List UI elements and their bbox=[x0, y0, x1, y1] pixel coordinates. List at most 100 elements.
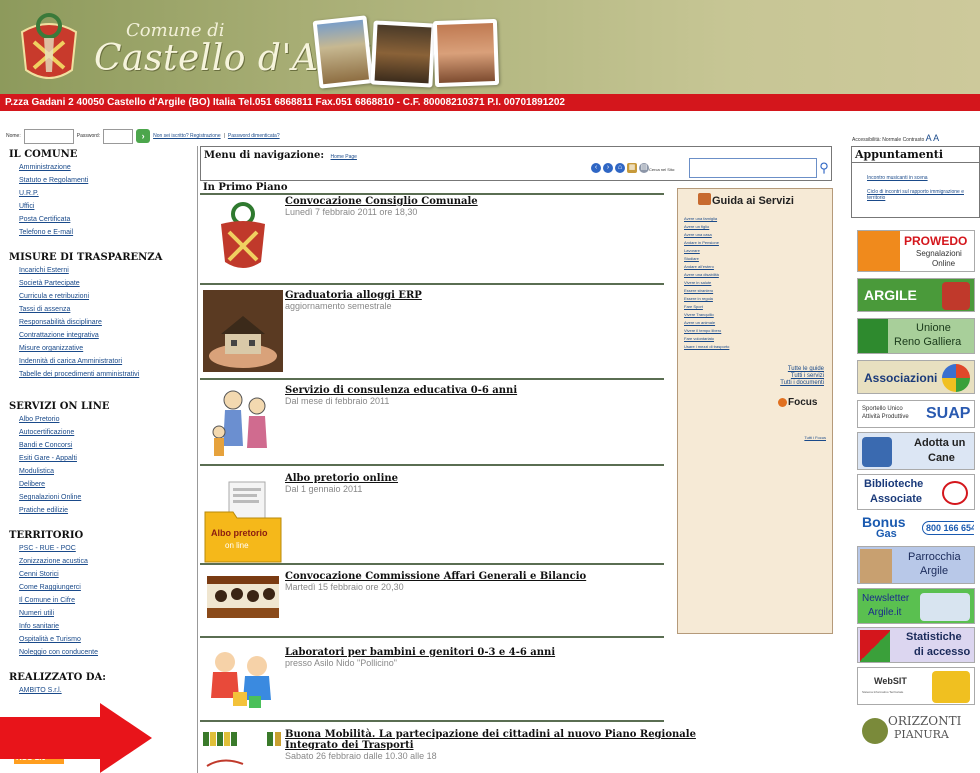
guida-item[interactable]: Essere straniero bbox=[684, 288, 713, 293]
sidebar-item-noleggio[interactable]: Noleggio con conducente bbox=[0, 648, 197, 661]
sidebar-item-uffici[interactable]: Uffici bbox=[0, 202, 197, 215]
guida-item[interactable]: Avere un animale bbox=[684, 320, 715, 325]
sidebar-item-psc[interactable]: PSC - RUE - POC bbox=[0, 544, 197, 557]
appuntamento-item[interactable]: Incontro musicanti in scena bbox=[852, 175, 979, 181]
sidebar-item-autocertificazione[interactable]: Autocertificazione bbox=[0, 428, 197, 441]
guida-item[interactable]: Andare all'estero bbox=[684, 264, 714, 269]
sidebar-item-incarichi[interactable]: Incarichi Esterni bbox=[0, 266, 197, 279]
guida-item[interactable]: Fare volontariato bbox=[684, 336, 714, 341]
sidebar-item-indennita[interactable]: Indennità di carica Amministratori bbox=[0, 357, 197, 370]
news-image-meeting[interactable] bbox=[203, 570, 283, 626]
tutte-le-guide-link[interactable]: Tutte le guide bbox=[788, 366, 824, 372]
guida-item[interactable]: Avere un figlio bbox=[684, 224, 709, 229]
sidebar-item-pratiche-edilizie[interactable]: Pratiche edilizie bbox=[0, 506, 197, 519]
guida-item[interactable]: Avere una disabilità bbox=[684, 272, 719, 277]
news-image-mobility[interactable] bbox=[203, 730, 283, 773]
sidebar-item-telefono[interactable]: Telefono e E-mail bbox=[0, 228, 197, 241]
news-image-crest[interactable] bbox=[203, 200, 283, 276]
username-input[interactable] bbox=[23, 128, 74, 144]
print-icon[interactable]: ▤ bbox=[639, 163, 649, 173]
suap-banner[interactable]: Sportello Unico Attività Produttive SUAP bbox=[857, 400, 975, 428]
parrocchia-banner[interactable]: Parrocchia Argile bbox=[857, 546, 975, 584]
search-icon[interactable]: ⚲ bbox=[818, 159, 830, 177]
news-title[interactable]: Servizio di consulenza educativa 0-6 ann… bbox=[285, 385, 517, 396]
sidebar-item-ospitalita[interactable]: Ospitalità e Turismo bbox=[0, 635, 197, 648]
provedo-banner[interactable]: PROWEDO Segnalazioni Online bbox=[857, 230, 975, 272]
login-go-button[interactable]: › bbox=[136, 129, 151, 143]
sidebar-item-societa[interactable]: Società Partecipate bbox=[0, 279, 197, 292]
sidebar-item-esiti-gare[interactable]: Esiti Gare - Appalti bbox=[0, 454, 197, 467]
news-image-family-drawing[interactable] bbox=[203, 386, 283, 464]
websit-banner[interactable]: WebSIT Sistema Informativo Territoriale bbox=[857, 667, 975, 705]
news-title[interactable]: Albo pretorio online bbox=[285, 473, 398, 484]
guida-item[interactable]: Studiare bbox=[684, 256, 699, 261]
guida-item[interactable]: Usare i mezzi di trasporto bbox=[684, 344, 729, 349]
home-page-link[interactable]: Home Page bbox=[331, 154, 357, 160]
news-image-albo-pretorio[interactable]: Albo pretorio on line bbox=[203, 480, 283, 564]
appuntamento-item[interactable]: Ciclo di incontri sul rapporto immigrazi… bbox=[852, 189, 979, 201]
argile-banner[interactable]: ARGILE bbox=[857, 278, 975, 312]
sidebar-item-raggiungerci[interactable]: Come Raggiungerci bbox=[0, 583, 197, 596]
news-image-kids[interactable] bbox=[203, 648, 283, 710]
news-title-line-2[interactable]: Integrato dei Trasporti bbox=[285, 740, 414, 751]
news-title[interactable]: Convocazione Consiglio Comunale bbox=[285, 196, 478, 207]
forward-icon[interactable]: › bbox=[603, 163, 613, 173]
home-icon[interactable]: ⌂ bbox=[615, 163, 625, 173]
tutti-i-documenti-link[interactable]: Tutti i documenti bbox=[780, 380, 824, 386]
news-image-house[interactable] bbox=[203, 290, 283, 372]
sidebar-item-info-sanitarie[interactable]: Info sanitarie bbox=[0, 622, 197, 635]
guida-item[interactable]: Lavorare bbox=[684, 248, 700, 253]
sidebar-item-contrattazione[interactable]: Contrattazione integrativa bbox=[0, 331, 197, 344]
back-icon[interactable]: ‹ bbox=[591, 163, 601, 173]
sidebar-item-responsabilita[interactable]: Responsabilità disciplinare bbox=[0, 318, 197, 331]
sidebar-item-modulistica[interactable]: Modulistica bbox=[0, 467, 197, 480]
news-title[interactable]: Convocazione Commissione Affari Generali… bbox=[285, 571, 586, 582]
text-size-toggle[interactable]: A A bbox=[926, 133, 940, 143]
sidebar-item-bandi[interactable]: Bandi e Concorsi bbox=[0, 441, 197, 454]
news-title-line-1[interactable]: Buona Mobilità. La partecipazione dei ci… bbox=[285, 729, 696, 740]
sidebar-item-numeri-utili[interactable]: Numeri utili bbox=[0, 609, 197, 622]
sidebar-item-posta-certificata[interactable]: Posta Certificata bbox=[0, 215, 197, 228]
bonus-gas-banner[interactable]: Bonus Gas 800 166 654 bbox=[857, 512, 975, 542]
sidebar-item-ambito[interactable]: AMBITO S.r.l. bbox=[0, 686, 197, 699]
sidebar-item-albo-pretorio[interactable]: Albo Pretorio bbox=[0, 415, 197, 428]
biblioteche-banner[interactable]: Biblioteche Associate bbox=[857, 474, 975, 510]
tutti-i-servizi-link[interactable]: Tutti i servizi bbox=[791, 373, 824, 379]
sidebar-item-segnalazioni[interactable]: Segnalazioni Online bbox=[0, 493, 197, 506]
search-input[interactable] bbox=[689, 158, 817, 178]
guida-item[interactable]: Vivere il tempo libero bbox=[684, 328, 721, 333]
sidebar-item-amministrazione[interactable]: Amministrazione bbox=[0, 163, 197, 176]
newsletter-banner[interactable]: Newsletter Argile.it bbox=[857, 588, 975, 624]
guida-item[interactable]: Avere una casa bbox=[684, 232, 712, 237]
statistiche-banner[interactable]: Statistiche di accesso bbox=[857, 627, 975, 663]
sidebar-item-zonizzazione[interactable]: Zonizzazione acustica bbox=[0, 557, 197, 570]
guida-item[interactable]: Fare Sport bbox=[684, 304, 703, 309]
guida-item[interactable]: Vivere Tranquillo bbox=[684, 312, 714, 317]
guida-item[interactable]: Avere una famiglia bbox=[684, 216, 717, 221]
orizzonti-pianura-banner[interactable]: ORIZZONTI PIANURA bbox=[857, 709, 975, 747]
sidebar-item-cifre[interactable]: Il Comune in Cifre bbox=[0, 596, 197, 609]
sidebar-item-misure[interactable]: Misure organizzative bbox=[0, 344, 197, 357]
forgot-password-link[interactable]: Password dimenticata? bbox=[228, 133, 280, 139]
password-input[interactable] bbox=[103, 128, 134, 144]
sidebar-item-cenni-storici[interactable]: Cenni Storici bbox=[0, 570, 197, 583]
adotta-un-cane-banner[interactable]: Adotta un Cane bbox=[857, 432, 975, 470]
unione-reno-galliera-banner[interactable]: Unione Reno Galliera bbox=[857, 318, 975, 354]
sidebar-item-curricula[interactable]: Curricula e retribuzioni bbox=[0, 292, 197, 305]
guida-item[interactable]: Andare in Pensione bbox=[684, 240, 719, 245]
tutti-i-focus-link[interactable]: Tutti i Focus bbox=[804, 435, 826, 440]
register-link[interactable]: Non sei iscritto? Registrazione bbox=[153, 133, 221, 139]
accessibility-label[interactable]: Accessibilità: Normale Contrasto bbox=[852, 137, 924, 143]
news-title[interactable]: Graduatoria alloggi ERP bbox=[285, 290, 422, 301]
sidebar-item-procedimenti[interactable]: Tabelle dei procedimenti amministrativi bbox=[0, 370, 197, 390]
crest-logo[interactable] bbox=[14, 12, 84, 86]
sidebar-item-urp[interactable]: U.R.P. bbox=[0, 189, 197, 202]
map-icon[interactable]: ▦ bbox=[627, 163, 637, 173]
news-title[interactable]: Laboratori per bambini e genitori 0-3 e … bbox=[285, 647, 555, 658]
guida-item[interactable]: Vivere in salute bbox=[684, 280, 711, 285]
sidebar-item-statuto[interactable]: Statuto e Regolamenti bbox=[0, 176, 197, 189]
sidebar-item-tassi-assenza[interactable]: Tassi di assenza bbox=[0, 305, 197, 318]
guida-item[interactable]: Essere in regola bbox=[684, 296, 713, 301]
sidebar-item-delibere[interactable]: Delibere bbox=[0, 480, 197, 493]
associazioni-banner[interactable]: Associazioni bbox=[857, 360, 975, 394]
